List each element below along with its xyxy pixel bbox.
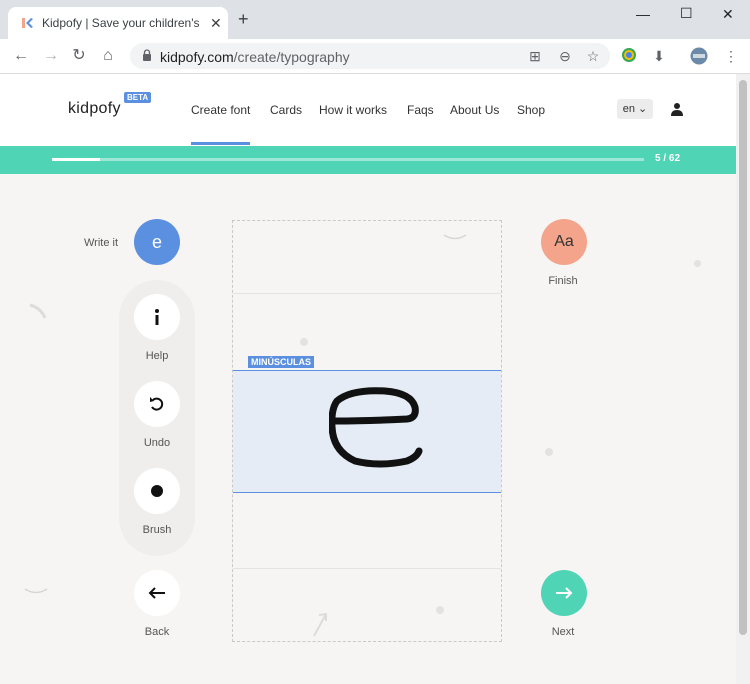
decoration-eyelash-icon	[24, 588, 48, 594]
nav-shop[interactable]: Shop	[517, 103, 545, 117]
home-icon[interactable]: ⌂	[99, 47, 117, 65]
progress-bar: 5 / 62	[0, 146, 736, 174]
page-scrollbar[interactable]	[736, 74, 750, 684]
lock-icon	[143, 49, 151, 61]
undo-label: Undo	[143, 437, 171, 449]
zoom-icon[interactable]: ⊖	[556, 47, 574, 65]
progress-track	[52, 158, 644, 161]
brush-label: Brush	[142, 524, 172, 536]
help-label: Help	[145, 350, 169, 362]
guide-line	[233, 293, 501, 294]
nav-create-font[interactable]: Create font	[191, 103, 250, 117]
undo-icon	[150, 397, 164, 411]
active-nav-indicator	[191, 142, 250, 145]
tab-title: Kidpofy | Save your children's d	[42, 16, 202, 30]
bookmark-star-icon[interactable]: ☆	[584, 47, 602, 65]
browser-title-bar: Kidpofy | Save your children's d ✕ + — ☐…	[0, 0, 750, 39]
user-icon[interactable]	[671, 102, 683, 116]
band-label: MINÚSCULAS	[248, 356, 314, 368]
profile-avatar-icon[interactable]	[690, 47, 708, 65]
brush-button[interactable]	[134, 468, 180, 514]
decoration-curve-icon	[29, 303, 47, 319]
nav-faqs[interactable]: Faqs	[407, 103, 434, 117]
forward-arrow-icon[interactable]: →	[42, 47, 60, 65]
next-label: Next	[551, 626, 575, 638]
reload-icon[interactable]: ↻	[70, 47, 88, 65]
info-icon	[155, 309, 159, 325]
finish-button[interactable]: Aa	[541, 219, 587, 265]
arrow-left-icon	[148, 587, 165, 599]
scrollbar-thumb[interactable]	[739, 80, 747, 635]
url-text: kidpofy.com/create/typography	[160, 49, 350, 65]
undo-button[interactable]	[134, 381, 180, 427]
next-button[interactable]	[541, 570, 587, 616]
translate-icon[interactable]: ⊞	[526, 47, 544, 65]
site-logo[interactable]: kidpofy	[68, 100, 121, 118]
progress-fill	[52, 158, 100, 161]
page-content: kidpofy BETA Create font Cards How it wo…	[0, 74, 736, 684]
beta-badge: BETA	[124, 92, 152, 103]
maximize-icon[interactable]: ☐	[680, 5, 693, 22]
nav-cards[interactable]: Cards	[270, 103, 302, 117]
minimize-icon[interactable]: —	[636, 6, 650, 22]
decoration-arrow-icon	[313, 612, 327, 637]
decoration-dot	[694, 260, 701, 267]
nav-about-us[interactable]: About Us	[450, 103, 499, 117]
extension-chrome-icon[interactable]	[620, 47, 638, 65]
language-select[interactable]: en ⌄	[617, 99, 653, 119]
tool-panel: Help Undo Brush	[119, 280, 195, 556]
write-it-label: Write it	[84, 237, 119, 249]
current-letter-button[interactable]: e	[134, 219, 180, 265]
progress-count: 5 / 62	[655, 153, 681, 164]
back-label: Back	[144, 626, 170, 638]
finish-label: Finish	[548, 275, 578, 287]
chevron-down-icon: ⌄	[638, 103, 648, 115]
site-header: kidpofy BETA Create font Cards How it wo…	[0, 74, 736, 146]
browser-menu-icon[interactable]: ⋮	[722, 47, 740, 65]
browser-tab[interactable]: Kidpofy | Save your children's d ✕	[8, 7, 228, 39]
font-aa-icon: Aa	[554, 233, 574, 250]
back-button[interactable]	[134, 570, 180, 616]
decoration-dot	[545, 448, 553, 456]
nav-how-it-works[interactable]: How it works	[319, 103, 387, 117]
drawing-canvas[interactable]: MINÚSCULAS	[232, 220, 502, 642]
guide-line	[233, 568, 501, 569]
tab-close-icon[interactable]: ✕	[210, 15, 222, 32]
back-arrow-icon[interactable]: ←	[12, 47, 30, 65]
brush-dot-icon	[151, 485, 163, 497]
new-tab-icon[interactable]: +	[238, 10, 249, 28]
drawn-letter-stroke	[329, 387, 423, 468]
kidpofy-favicon-icon	[22, 18, 33, 28]
arrow-right-icon	[556, 587, 573, 599]
address-bar[interactable]: kidpofy.com/create/typography ⊞ ⊖ ☆	[130, 43, 610, 69]
browser-toolbar: ← → ↻ ⌂ kidpofy.com/create/typography ⊞ …	[0, 39, 750, 74]
help-button[interactable]	[134, 294, 180, 340]
window-close-icon[interactable]: ✕	[722, 6, 734, 23]
download-icon[interactable]: ⬇	[650, 47, 668, 65]
